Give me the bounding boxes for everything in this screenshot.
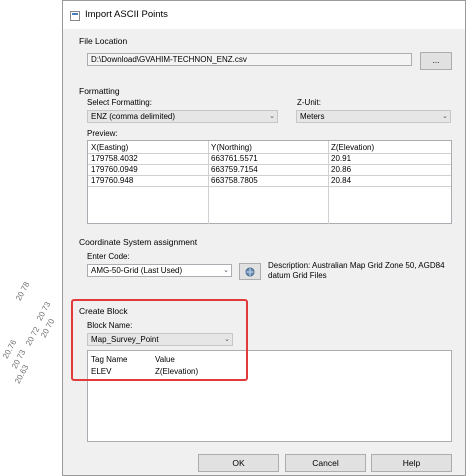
preview-cell: 20.84 [331,176,352,185]
preview-cell: 663759.7154 [211,165,258,174]
coordinate-lookup-button[interactable] [239,263,261,280]
browse-button[interactable]: ... [420,52,452,70]
preview-cell: 20.86 [331,165,352,174]
highlight-annotation [71,299,248,381]
file-location-group-title: File Location [79,36,128,46]
file-path-field[interactable]: D:\Download\GVAHIM-TECHNON_ENZ.csv [87,53,412,66]
coordinate-code-dropdown[interactable]: AMG-50-Grid (Last Used) ⌄ [87,264,232,277]
z-unit-dropdown[interactable]: Meters ⌄ [296,110,451,123]
z-unit-label: Z-Unit: [297,98,321,107]
select-formatting-label: Select Formatting: [87,98,152,107]
globe-icon [245,267,255,277]
header-divider [88,153,451,154]
ok-button[interactable]: OK [198,454,279,472]
window-title: Import ASCII Points [85,9,168,20]
chevron-down-icon: ⌄ [442,113,448,120]
preview-grid[interactable]: X(Easting) Y(Northing) Z(Elevation) 1797… [87,140,452,224]
enter-code-label: Enter Code: [87,252,130,261]
coordinate-system-group-title: Coordinate System assignment [79,237,198,247]
preview-cell: 20.91 [331,154,352,163]
coordinate-description: Description: Australian Map Grid Zone 50… [268,261,445,280]
preview-column-header: Y(Northing) [211,143,252,152]
preview-cell: 179760.0949 [91,165,138,174]
row-divider [88,164,451,165]
import-ascii-points-dialog: Import ASCII Points File Location D:\Dow… [62,0,466,476]
preview-cell: 663758.7805 [211,176,258,185]
chevron-down-icon: ⌄ [223,267,229,274]
select-formatting-value: ENZ (comma delimited) [91,112,176,121]
chevron-down-icon: ⌄ [269,113,275,120]
preview-column-header: Z(Elevation) [331,143,375,152]
app-icon [70,11,80,21]
row-divider [88,186,451,187]
help-button[interactable]: Help [371,454,452,472]
z-unit-value: Meters [300,112,325,121]
cancel-button[interactable]: Cancel [285,454,366,472]
preview-cell: 179760.948 [91,176,134,185]
preview-cell: 179758.4032 [91,154,138,163]
formatting-group-title: Formatting [79,86,120,96]
select-formatting-dropdown[interactable]: ENZ (comma delimited) ⌄ [87,110,278,123]
drawing-label: 20 78 [14,280,32,303]
row-divider [88,175,451,176]
title-bar[interactable]: Import ASCII Points [63,1,465,29]
preview-cell: 663761.5571 [211,154,258,163]
preview-label: Preview: [87,129,118,138]
drawing-label: 20 72 [24,325,42,348]
preview-column-header: X(Easting) [91,143,129,152]
coordinate-code-value: AMG-50-Grid (Last Used) [91,266,183,275]
